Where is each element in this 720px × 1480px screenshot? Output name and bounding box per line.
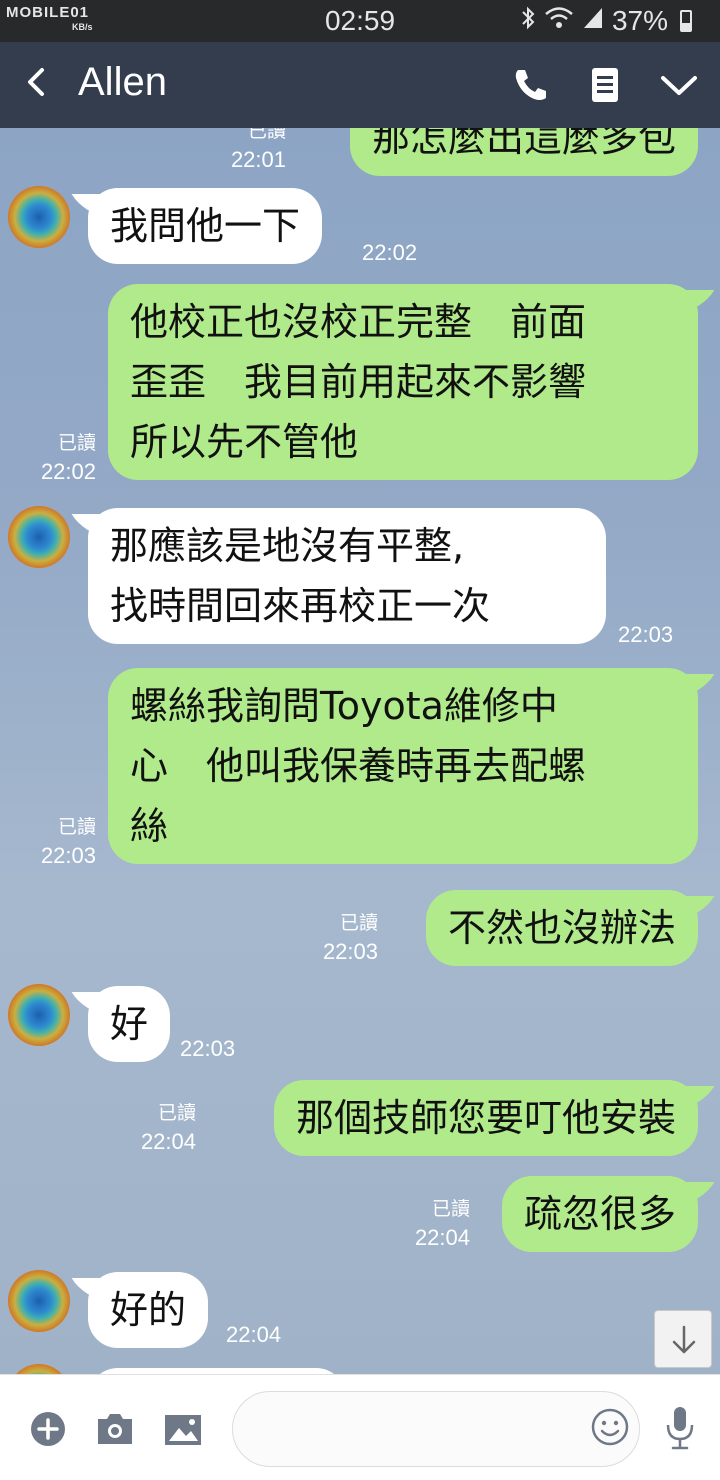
message-input[interactable] bbox=[232, 1391, 640, 1467]
message-time: 22:02 bbox=[362, 240, 418, 265]
message-line: 那應該是地沒有平整, bbox=[110, 524, 465, 568]
message-time: 22:04 bbox=[414, 1225, 470, 1250]
message-meta: 已讀 22:04 bbox=[415, 1196, 470, 1252]
message-meta: 已讀 22:04 bbox=[141, 1100, 196, 1156]
camera-icon[interactable] bbox=[96, 1411, 134, 1451]
message-bubble-outgoing[interactable]: 那個技師您要叮他安裝 bbox=[273, 1080, 698, 1156]
read-receipt: 已讀 bbox=[339, 913, 378, 934]
message-line: 找時間回來再校正一次 bbox=[110, 584, 491, 628]
emoji-icon[interactable] bbox=[590, 1407, 630, 1451]
message-bubble-incoming[interactable]: 好的 bbox=[88, 1272, 209, 1348]
arrow-down-icon bbox=[672, 1325, 696, 1354]
message-bubble-outgoing[interactable]: 不然也沒辦法 bbox=[425, 890, 698, 966]
message-line: 螺絲我詢問Toyota維修中 bbox=[130, 684, 558, 728]
read-receipt: 已讀 bbox=[431, 1199, 470, 1220]
message-bubble-incoming[interactable]: 那應該是地沒有平整, 找時間回來再校正一次 bbox=[88, 508, 606, 644]
status-icons: 37% bbox=[520, 5, 692, 37]
message-time: 22:01 bbox=[230, 147, 286, 172]
message-bubble-outgoing[interactable]: 他校正也沒校正完整 前面 歪歪 我目前用起來不影響 所以先不管他 bbox=[108, 284, 698, 480]
message-line: 所以先不管他 bbox=[130, 420, 359, 464]
image-icon[interactable] bbox=[164, 1411, 202, 1451]
message-time: 22:03 bbox=[180, 1036, 236, 1061]
chat-header: Allen bbox=[0, 42, 720, 128]
battery-percent: 37% bbox=[611, 5, 668, 36]
avatar[interactable] bbox=[8, 1364, 70, 1374]
chat-title: Allen bbox=[78, 60, 167, 104]
message-bubble-incoming[interactable]: 我問他一下 bbox=[88, 188, 323, 264]
avatar[interactable] bbox=[8, 506, 70, 568]
message-time: 22:03 bbox=[618, 622, 674, 647]
message-bubble-outgoing[interactable]: 疏忽很多 bbox=[501, 1176, 698, 1252]
read-receipt: 已讀 bbox=[157, 1103, 196, 1124]
battery-icon bbox=[680, 10, 692, 32]
message-time: 22:03 bbox=[40, 843, 96, 868]
message-line: 他校正也沒校正完整 前面 bbox=[130, 300, 587, 344]
message-meta: 已讀 22:03 bbox=[41, 814, 96, 870]
microphone-icon[interactable] bbox=[664, 1405, 696, 1455]
avatar[interactable] bbox=[8, 186, 70, 248]
message-meta: 已讀 22:02 bbox=[41, 430, 96, 486]
message-bubble-incoming[interactable]: 好 bbox=[88, 986, 171, 1062]
message-time: 22:04 bbox=[226, 1322, 282, 1347]
avatar[interactable] bbox=[8, 984, 70, 1046]
chat-area[interactable]: 已讀 22:01 那怎麼出這麼多包 我問他一下 22:02 已讀 22:02 他… bbox=[0, 128, 720, 1374]
bluetooth-icon bbox=[520, 6, 536, 36]
read-receipt: 已讀 bbox=[57, 817, 96, 838]
scroll-to-bottom-button[interactable] bbox=[654, 1310, 712, 1368]
signal-icon bbox=[582, 6, 604, 36]
notes-icon[interactable] bbox=[584, 64, 626, 106]
message-time: 22:03 bbox=[322, 939, 378, 964]
message-line: 絲 bbox=[130, 804, 169, 848]
message-meta: 已讀 22:03 bbox=[323, 910, 378, 966]
status-bar: MOBILE01 KB/s 02:59 37% bbox=[0, 0, 720, 42]
phone-icon[interactable] bbox=[510, 64, 552, 106]
message-time: 22:02 bbox=[40, 459, 96, 484]
back-icon[interactable] bbox=[18, 62, 58, 102]
message-input-bar bbox=[0, 1374, 720, 1480]
read-receipt: 已讀 bbox=[57, 433, 96, 454]
read-receipt: 已讀 bbox=[247, 128, 286, 142]
message-time: 22:04 bbox=[140, 1129, 196, 1154]
wifi-icon bbox=[544, 6, 574, 36]
chevron-down-icon[interactable] bbox=[658, 64, 700, 106]
message-bubble-outgoing[interactable]: 那怎麼出這麼多包 bbox=[349, 128, 698, 176]
message-bubble-outgoing[interactable]: 螺絲我詢問Toyota維修中 心 他叫我保養時再去配螺 絲 bbox=[108, 668, 698, 864]
message-line: 歪歪 我目前用起來不影響 bbox=[130, 360, 587, 404]
avatar[interactable] bbox=[8, 1270, 70, 1332]
add-icon[interactable] bbox=[30, 1411, 66, 1451]
message-line: 心 他叫我保養時再去配螺 bbox=[130, 744, 587, 788]
message-meta: 已讀 22:01 bbox=[231, 128, 286, 174]
